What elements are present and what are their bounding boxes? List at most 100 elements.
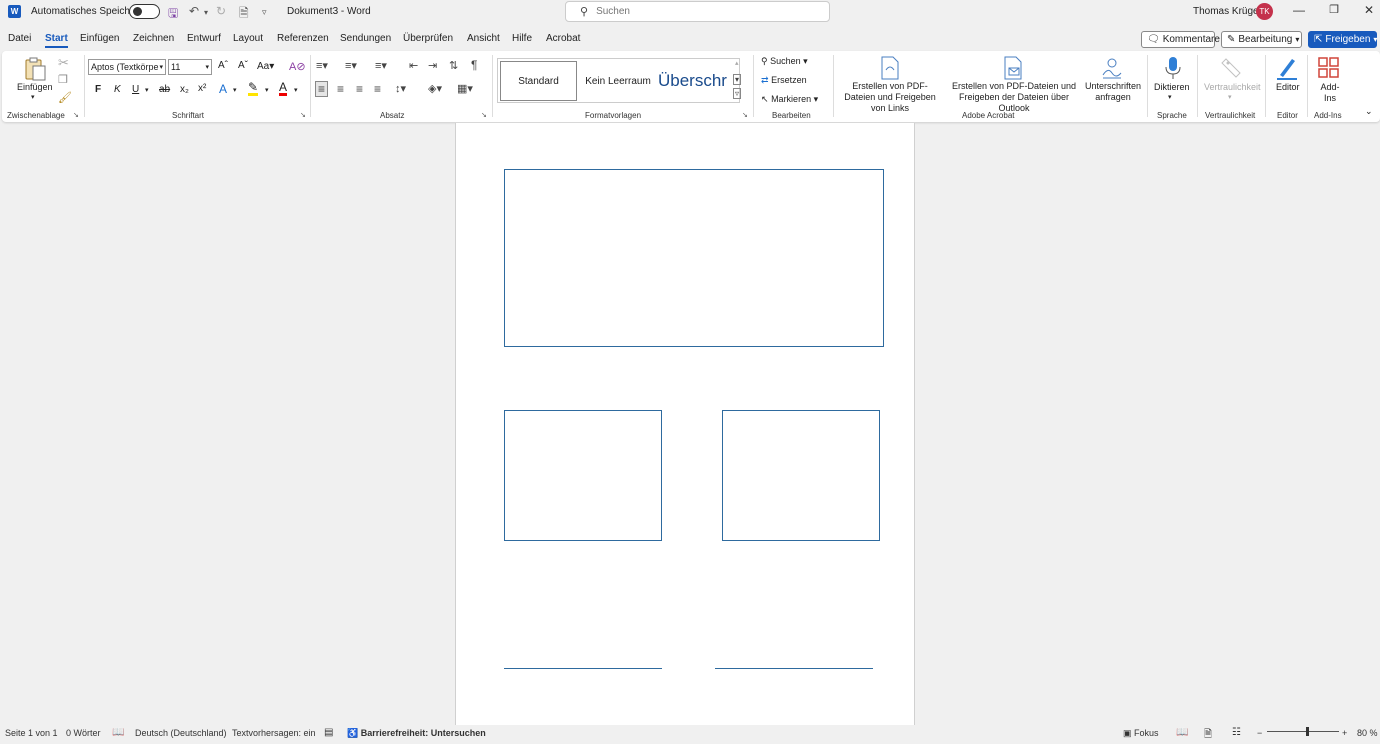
signature-line-left[interactable]: [504, 668, 662, 669]
justify-icon[interactable]: ≡: [374, 82, 381, 96]
font-color-icon[interactable]: A: [279, 81, 288, 96]
new-document-icon[interactable]: 🗎: [239, 4, 249, 25]
left-frame[interactable]: [504, 410, 662, 541]
document-page[interactable]: [455, 123, 915, 725]
create-pdf-links-button[interactable]: Erstellen von PDF-Dateien und Freigeben …: [840, 81, 940, 114]
tab-ueberpruefen[interactable]: Überprüfen: [403, 33, 453, 44]
customize-toolbar-icon[interactable]: ▿: [262, 7, 267, 18]
large-frame[interactable]: [504, 169, 884, 347]
microphone-icon[interactable]: [1160, 55, 1186, 81]
strikethrough-icon[interactable]: ab: [159, 84, 170, 95]
search-input[interactable]: [596, 6, 797, 17]
styles-scroll-up-icon[interactable]: ▴: [735, 59, 739, 67]
tab-einfuegen[interactable]: Einfügen: [80, 33, 119, 44]
font-color-dropdown-icon[interactable]: ▾: [294, 86, 298, 94]
zoom-slider[interactable]: [1267, 731, 1339, 732]
tab-layout[interactable]: Layout: [233, 33, 263, 44]
highlight-icon[interactable]: ✎: [248, 81, 259, 96]
font-launcher-icon[interactable]: ↘: [300, 111, 306, 119]
pilcrow-icon[interactable]: ¶: [471, 58, 477, 72]
read-mode-icon[interactable]: 📖: [1176, 727, 1188, 738]
user-name[interactable]: Thomas Krüger: [1193, 6, 1262, 17]
tab-acrobat[interactable]: Acrobat: [546, 33, 580, 44]
find-button[interactable]: ⚲ Suchen ▾: [761, 56, 808, 67]
web-layout-icon[interactable]: ☷: [1232, 727, 1241, 738]
styles-more-icon[interactable]: ▿: [733, 88, 742, 99]
undo-icon[interactable]: ↶: [189, 4, 199, 18]
editor-pen-icon[interactable]: [1274, 55, 1300, 81]
pdf-outlook-icon[interactable]: [1000, 55, 1026, 81]
search-box[interactable]: ⚲: [565, 1, 830, 22]
align-left-icon[interactable]: ≡: [315, 81, 329, 97]
tab-sendungen[interactable]: Sendungen: [340, 33, 391, 44]
tab-ansicht[interactable]: Ansicht: [467, 33, 500, 44]
borders-icon[interactable]: ▦▾: [457, 82, 473, 95]
addins-grid-icon[interactable]: [1316, 55, 1342, 81]
paste-icon[interactable]: [23, 56, 49, 82]
undo-dropdown-icon[interactable]: ▾: [204, 8, 208, 17]
replace-button[interactable]: ⇄ Ersetzen: [761, 75, 807, 86]
zoom-in-icon[interactable]: +: [1342, 728, 1347, 738]
clear-formatting-icon[interactable]: A⊘: [289, 60, 306, 73]
page-indicator[interactable]: Seite 1 von 1: [5, 728, 58, 738]
line-spacing-icon[interactable]: ↕▾: [395, 82, 406, 95]
decrease-indent-icon[interactable]: ⇤: [409, 59, 418, 72]
close-icon[interactable]: ✕: [1359, 3, 1379, 21]
font-size-select[interactable]: 11 ▾: [168, 59, 212, 75]
tab-datei[interactable]: Datei: [8, 33, 31, 44]
paste-dropdown-icon[interactable]: ▾: [31, 93, 35, 101]
multilevel-list-icon[interactable]: ≡▾: [375, 59, 387, 72]
create-pdf-outlook-button[interactable]: Erstellen von PDF-Dateien und Freigeben …: [944, 81, 1084, 114]
underline-button[interactable]: U: [132, 84, 139, 95]
text-effects-dropdown-icon[interactable]: ▾: [233, 86, 237, 94]
word-count[interactable]: 0 Wörter: [66, 728, 101, 738]
subscript-icon[interactable]: x₂: [180, 84, 189, 95]
cut-icon[interactable]: ✂: [58, 55, 69, 71]
restore-icon[interactable]: ❐: [1324, 3, 1344, 21]
right-frame[interactable]: [722, 410, 880, 541]
share-button[interactable]: ⇱ Freigeben ▾: [1308, 31, 1377, 48]
superscript-icon[interactable]: x²: [198, 83, 206, 94]
tab-zeichnen[interactable]: Zeichnen: [133, 33, 174, 44]
styles-scroll-down-icon[interactable]: ▾: [733, 74, 742, 85]
select-button[interactable]: ↖ Markieren ▾: [761, 94, 818, 105]
zoom-out-icon[interactable]: −: [1257, 728, 1262, 738]
save-icon[interactable]: 🖫: [168, 4, 178, 25]
format-painter-icon[interactable]: 🖌: [58, 91, 72, 104]
proofing-icon[interactable]: 📖: [112, 727, 124, 738]
style-no-spacing[interactable]: Kein Leerraum: [580, 61, 656, 101]
editing-mode-button[interactable]: ✎ Bearbeitung ▾: [1221, 31, 1302, 48]
focus-mode-button[interactable]: ▣ Fokus: [1123, 728, 1159, 739]
copy-icon[interactable]: ❐: [58, 73, 68, 86]
tab-hilfe[interactable]: Hilfe: [512, 33, 532, 44]
accessibility-check[interactable]: ♿ Barrierefreiheit: Untersuchen: [347, 728, 486, 739]
highlight-dropdown-icon[interactable]: ▾: [265, 86, 269, 94]
align-center-icon[interactable]: ≡: [337, 82, 344, 96]
paste-label[interactable]: Einfügen: [17, 82, 53, 92]
tab-start[interactable]: Start: [45, 33, 68, 48]
tab-referenzen[interactable]: Referenzen: [277, 33, 329, 44]
print-layout-icon[interactable]: 🗎: [1204, 727, 1212, 744]
shading-icon[interactable]: ◈▾: [428, 82, 442, 95]
signature-icon[interactable]: [1099, 55, 1125, 81]
text-effects-icon[interactable]: A: [219, 82, 227, 96]
language-indicator[interactable]: Deutsch (Deutschland): [135, 728, 227, 738]
italic-button[interactable]: K: [114, 84, 121, 95]
clipboard-launcher-icon[interactable]: ↘: [73, 111, 79, 119]
dictate-label[interactable]: Diktieren: [1154, 82, 1190, 92]
ribbon-collapse-icon[interactable]: ⌄: [1365, 106, 1373, 117]
addins-label[interactable]: Add-Ins: [1319, 82, 1341, 104]
macro-icon[interactable]: ▤: [324, 727, 333, 738]
underline-dropdown-icon[interactable]: ▾: [145, 86, 149, 94]
align-right-icon[interactable]: ≡: [356, 82, 363, 96]
change-case-icon[interactable]: Aa▾: [257, 61, 274, 72]
editor-label[interactable]: Editor: [1276, 82, 1300, 92]
zoom-slider-thumb[interactable]: [1305, 727, 1309, 736]
tab-entwurf[interactable]: Entwurf: [187, 33, 221, 44]
bullets-icon[interactable]: ≡▾: [316, 59, 328, 72]
zoom-level[interactable]: 80 %: [1357, 728, 1378, 738]
increase-indent-icon[interactable]: ⇥: [428, 59, 437, 72]
dictate-dropdown-icon[interactable]: ▾: [1168, 93, 1172, 101]
request-signatures-button[interactable]: Unterschriften anfragen: [1083, 81, 1143, 103]
text-predictions[interactable]: Textvorhersagen: ein: [232, 728, 316, 738]
